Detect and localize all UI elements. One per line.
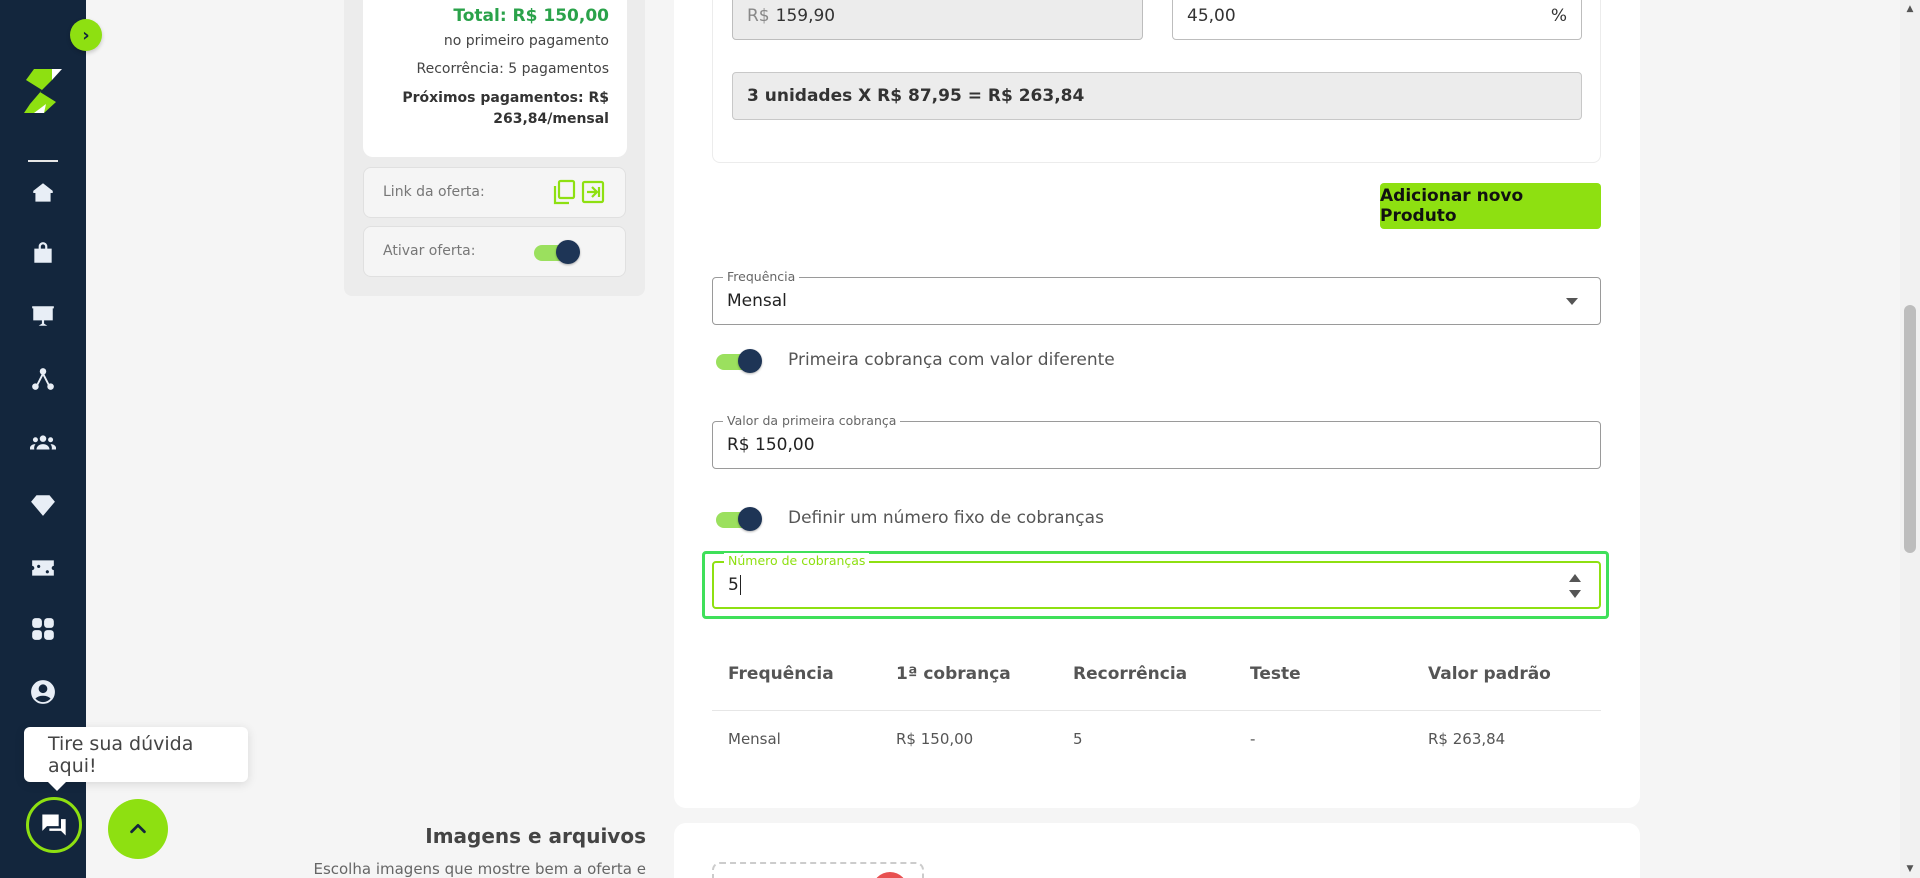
- summary-next-payments: Próximos pagamentos: R$ 263,84/mensal: [402, 90, 609, 127]
- frequency-select[interactable]: Frequência Mensal: [712, 269, 1601, 325]
- scroll-up-arrow-icon[interactable]: ▲: [1900, 0, 1920, 18]
- sidebar-toggle-button[interactable]: ›: [70, 19, 102, 51]
- table-header-recurrence: Recorrência: [1073, 664, 1188, 684]
- product-price-value: 159,90: [775, 6, 836, 26]
- summary-first-payment: no primeiro pagamento: [443, 33, 609, 49]
- table-cell-first-charge: R$ 150,00: [896, 730, 974, 748]
- table-header-default-value: Valor padrão: [1428, 664, 1551, 684]
- copy-icon[interactable]: [552, 179, 576, 205]
- chevron-right-icon: ›: [82, 24, 90, 46]
- table-cell-recurrence: 5: [1073, 730, 1083, 748]
- frequency-value: Mensal: [727, 291, 787, 311]
- charges-count-legend: Número de cobranças: [724, 553, 870, 569]
- images-section-subtitle: Escolha imagens que mostre bem a oferta …: [313, 860, 646, 878]
- shopping-bag-icon[interactable]: [28, 238, 58, 268]
- chevron-down-icon: [1566, 298, 1578, 305]
- add-product-button[interactable]: Adicionar novo Produto: [1380, 183, 1601, 229]
- offer-link-label: Link da oferta:: [383, 184, 485, 200]
- chat-button[interactable]: [26, 797, 82, 853]
- table-cell-default-value: R$ 263,84: [1428, 730, 1506, 748]
- offer-link-box: Link da oferta:: [363, 167, 626, 218]
- table-header-first-charge: 1ª cobrança: [896, 664, 1011, 684]
- text-caret: [739, 575, 741, 595]
- first-charge-toggle[interactable]: [716, 349, 762, 373]
- apps-grid-icon[interactable]: [28, 614, 58, 644]
- discount-value: 45,00: [1187, 6, 1236, 26]
- chevron-up-icon: [130, 823, 146, 834]
- discount-input[interactable]: 45,00 %: [1172, 0, 1582, 40]
- activate-offer-label: Ativar oferta:: [383, 243, 476, 259]
- chat-tooltip: Tire sua dúvida aqui!: [24, 727, 248, 791]
- table-cell-trial: -: [1250, 730, 1256, 748]
- scroll-down-arrow-icon[interactable]: ▼: [1900, 860, 1920, 878]
- ticket-icon[interactable]: [28, 553, 58, 583]
- first-charge-toggle-label: Primeira cobrança com valor diferente: [788, 350, 1115, 370]
- table-header-frequency: Frequência: [728, 664, 834, 684]
- offer-summary-card: Total: R$ 150,00 no primeiro pagamento R…: [363, 0, 627, 157]
- summary-recurrence: Recorrência: 5 pagamentos: [416, 61, 609, 77]
- open-link-icon[interactable]: [581, 179, 605, 205]
- first-charge-value: R$ 150,00: [727, 435, 815, 455]
- user-circle-icon[interactable]: [28, 677, 58, 707]
- stepper-up-icon[interactable]: [1569, 574, 1581, 582]
- presentation-chart-icon[interactable]: [28, 301, 58, 331]
- stepper-down-icon[interactable]: [1569, 590, 1581, 598]
- sidebar-divider: [28, 160, 58, 162]
- images-section-title: Imagens e arquivos: [425, 824, 646, 848]
- page-scrollbar[interactable]: ▲ ▼: [1900, 0, 1920, 878]
- fixed-charges-toggle[interactable]: [716, 507, 762, 531]
- table-divider: [712, 710, 1601, 711]
- fixed-charges-toggle-label: Definir um número fixo de cobranças: [788, 508, 1104, 528]
- table-header-trial: Teste: [1250, 664, 1301, 684]
- product-price-field: R$ 159,90: [732, 0, 1143, 40]
- activate-offer-box: Ativar oferta:: [363, 226, 626, 277]
- summary-total: Total: R$ 150,00: [453, 6, 609, 26]
- number-stepper[interactable]: [1569, 574, 1581, 598]
- table-cell-frequency: Mensal: [728, 730, 781, 748]
- network-icon[interactable]: [28, 364, 58, 394]
- charges-count-value: 5: [728, 575, 739, 595]
- first-charge-legend: Valor da primeira cobrança: [723, 413, 901, 429]
- app-logo[interactable]: [22, 66, 64, 116]
- users-icon[interactable]: [28, 428, 58, 458]
- unit-calculation: 3 unidades X R$ 87,95 = R$ 263,84: [732, 72, 1582, 120]
- scroll-to-top-button[interactable]: [108, 799, 168, 859]
- scroll-thumb[interactable]: [1904, 305, 1916, 553]
- activate-offer-toggle[interactable]: [534, 240, 580, 264]
- diamond-icon[interactable]: [28, 490, 58, 520]
- first-charge-input[interactable]: Valor da primeira cobrança R$ 150,00: [712, 413, 1601, 469]
- frequency-legend: Frequência: [723, 269, 800, 285]
- home-icon[interactable]: [28, 178, 58, 208]
- chat-bubbles-icon: [42, 814, 66, 836]
- charges-count-input[interactable]: Número de cobranças 5: [712, 553, 1601, 609]
- percent-suffix: %: [1550, 6, 1567, 26]
